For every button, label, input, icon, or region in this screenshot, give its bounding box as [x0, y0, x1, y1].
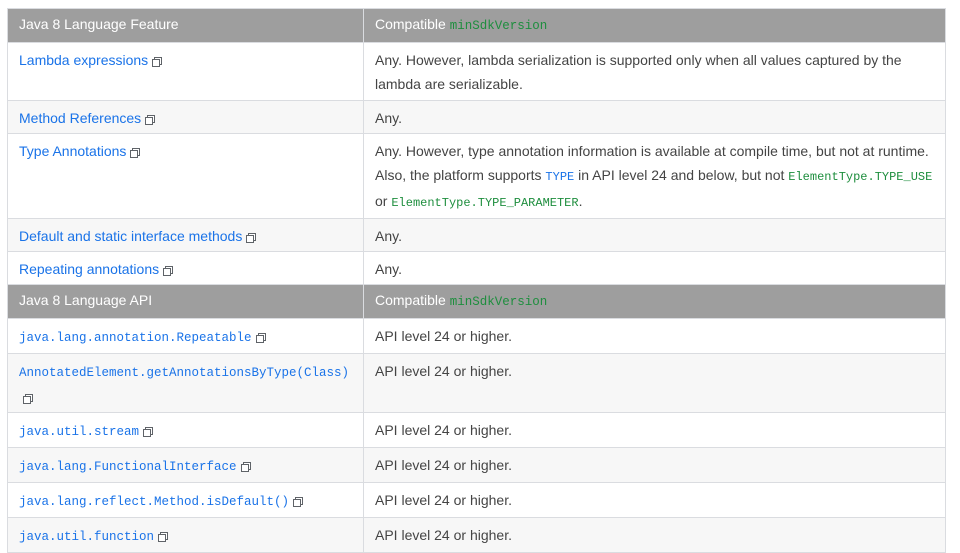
type-parameter-code: ElementType.TYPE_PARAMETER	[391, 196, 579, 210]
desc-cell: API level 24 or higher.	[363, 517, 946, 553]
desc-text: or	[375, 193, 392, 209]
feature-cell: Method References	[7, 100, 364, 134]
table-row: Method References Any.	[7, 100, 946, 134]
default-static-interface-methods-link[interactable]: Default and static interface methods	[19, 228, 242, 244]
external-link-icon	[145, 115, 156, 125]
api-header-label: Java 8 Language API	[7, 284, 364, 319]
external-link-icon	[143, 427, 154, 437]
table-row: java.util.function API level 24 or highe…	[7, 517, 946, 553]
desc-cell: Any.	[363, 218, 946, 252]
table-row: Type Annotations Any. However, type anno…	[7, 133, 946, 219]
table-row: Repeating annotations Any.	[7, 251, 946, 285]
repeating-annotations-link[interactable]: Repeating annotations	[19, 261, 159, 277]
external-link-icon	[246, 233, 257, 243]
api-header-row: Java 8 Language API Compatible minSdkVer…	[7, 284, 946, 319]
desc-cell: API level 24 or higher.	[363, 447, 946, 483]
min-sdk-header-code: minSdkVersion	[449, 295, 548, 309]
min-sdk-header: Compatible minSdkVersion	[363, 8, 946, 43]
type-annotations-link[interactable]: Type Annotations	[19, 143, 126, 159]
desc-text: in API level 24 and below, but not	[574, 167, 789, 183]
feature-cell: Repeating annotations	[7, 251, 364, 285]
desc-cell: Any.	[363, 100, 946, 134]
table-row: AnnotatedElement.getAnnotationsByType(Cl…	[7, 353, 946, 413]
util-stream-api-link[interactable]: java.util.stream	[19, 425, 139, 439]
feature-header-label: Java 8 Language Feature	[7, 8, 364, 43]
util-function-api-link[interactable]: java.util.function	[19, 530, 154, 544]
compatibility-table-container: Java 8 Language Feature Compatible minSd…	[7, 8, 946, 553]
type-use-code: ElementType.TYPE_USE	[788, 170, 933, 184]
api-cell: java.lang.FunctionalInterface	[7, 447, 364, 483]
type-code: TYPE	[545, 170, 575, 184]
lambda-expressions-link[interactable]: Lambda expressions	[19, 52, 148, 68]
api-cell: java.util.stream	[7, 412, 364, 448]
external-link-icon	[163, 266, 174, 276]
min-sdk-header-code: minSdkVersion	[449, 19, 548, 33]
desc-cell: API level 24 or higher.	[363, 318, 946, 354]
min-sdk-header-text: Compatible	[375, 16, 450, 32]
repeatable-api-link[interactable]: java.lang.annotation.Repeatable	[19, 331, 252, 345]
external-link-icon	[152, 57, 163, 67]
desc-cell: Any. However, lambda serialization is su…	[363, 42, 946, 101]
desc-cell: API level 24 or higher.	[363, 353, 946, 413]
api-min-sdk-header: Compatible minSdkVersion	[363, 284, 946, 319]
min-sdk-header-text: Compatible	[375, 292, 450, 308]
table-row: java.util.stream API level 24 or higher.	[7, 412, 946, 448]
table-row: Lambda expressions Any. However, lambda …	[7, 42, 946, 101]
table-row: java.lang.FunctionalInterface API level …	[7, 447, 946, 483]
external-link-icon	[158, 532, 169, 542]
desc-cell: Any.	[363, 251, 946, 285]
desc-cell: API level 24 or higher.	[363, 482, 946, 518]
annotated-element-api-link[interactable]: AnnotatedElement.getAnnotationsByType(Cl…	[19, 366, 349, 380]
feature-cell: Default and static interface methods	[7, 218, 364, 252]
table-row: Default and static interface methods Any…	[7, 218, 946, 252]
api-cell: java.lang.annotation.Repeatable	[7, 318, 364, 354]
method-references-link[interactable]: Method References	[19, 110, 141, 126]
api-cell: AnnotatedElement.getAnnotationsByType(Cl…	[7, 353, 364, 413]
functional-interface-api-link[interactable]: java.lang.FunctionalInterface	[19, 460, 237, 474]
desc-cell: Any. However, type annotation informatio…	[363, 133, 946, 219]
external-link-icon	[23, 394, 33, 404]
api-cell: java.util.function	[7, 517, 364, 553]
external-link-icon	[255, 333, 266, 343]
method-is-default-api-link[interactable]: java.lang.reflect.Method.isDefault()	[19, 495, 289, 509]
table-row: java.lang.annotation.Repeatable API leve…	[7, 318, 946, 354]
api-cell: java.lang.reflect.Method.isDefault()	[7, 482, 364, 518]
desc-text: .	[578, 193, 583, 209]
java8-compatibility-table: Java 8 Language Feature Compatible minSd…	[7, 8, 946, 553]
external-link-icon	[130, 148, 141, 158]
external-link-icon	[293, 497, 304, 507]
feature-cell: Type Annotations	[7, 133, 364, 219]
desc-cell: API level 24 or higher.	[363, 412, 946, 448]
feature-header-row: Java 8 Language Feature Compatible minSd…	[7, 8, 946, 43]
external-link-icon	[240, 462, 251, 472]
table-row: java.lang.reflect.Method.isDefault() API…	[7, 482, 946, 518]
feature-cell: Lambda expressions	[7, 42, 364, 101]
